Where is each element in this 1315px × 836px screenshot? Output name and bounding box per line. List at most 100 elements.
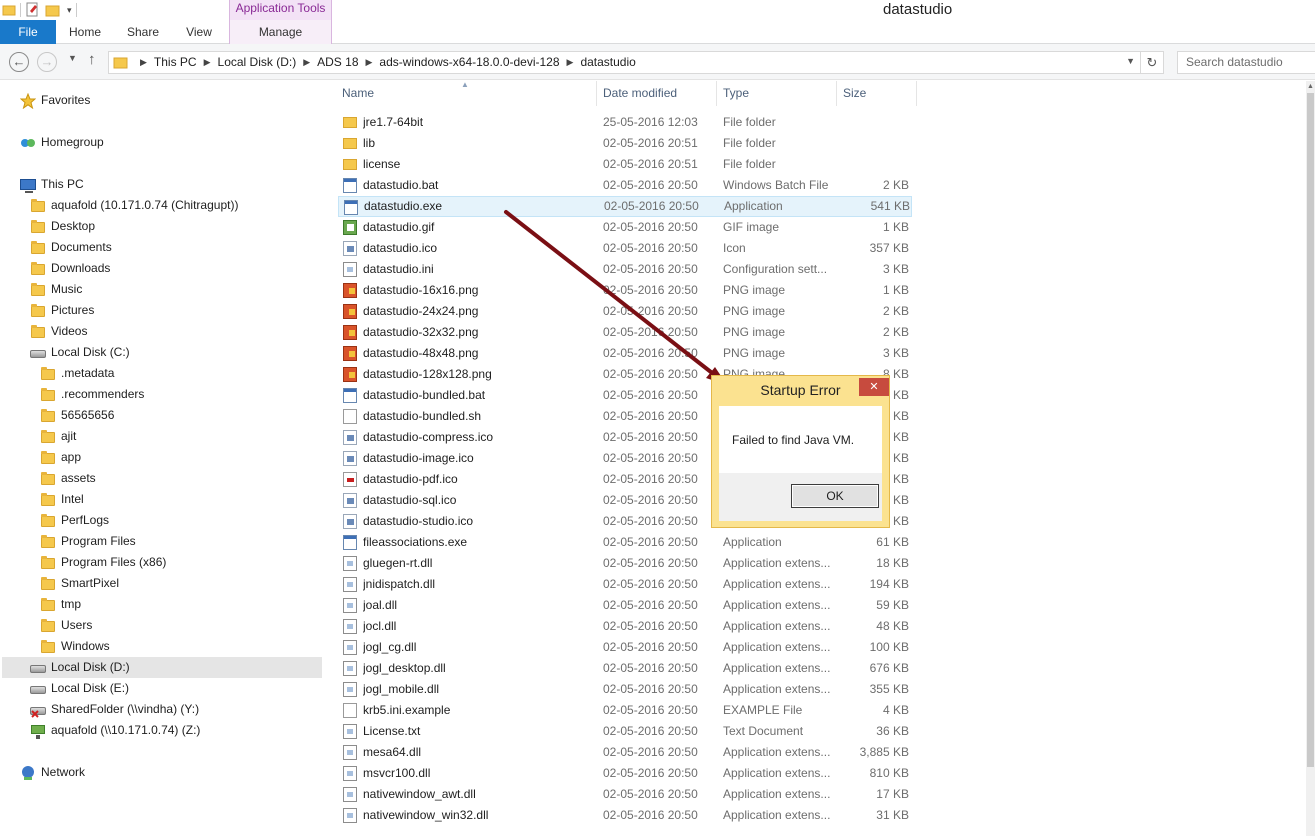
nav-folder[interactable]: SmartPixel xyxy=(40,573,119,594)
file-row[interactable]: krb5.ini.example 02-05-2016 20:50 EXAMPLE … xyxy=(338,700,912,721)
file-row[interactable]: mesa64.dll 02-05-2016 20:50 Application ex… xyxy=(338,742,912,763)
file-row[interactable]: jogl_cg.dll 02-05-2016 20:50 Application e… xyxy=(338,637,912,658)
nav-downloads[interactable]: Downloads xyxy=(30,258,110,279)
nav-local-disk-e[interactable]: Local Disk (E:) xyxy=(30,678,129,699)
file-row[interactable]: fileassociations.exe 02-05-2016 20:50 Appl… xyxy=(338,532,912,553)
file-row[interactable]: datastudio-48x48.png 02-05-2016 20:50 PNG … xyxy=(338,343,912,364)
dialog-close-button[interactable]: ✕ xyxy=(859,378,889,396)
nav-aquafold-z[interactable]: aquafold (\\10.171.0.74) (Z:) xyxy=(30,720,200,741)
nav-documents[interactable]: Documents xyxy=(30,237,112,258)
png-image-icon xyxy=(343,283,358,298)
back-button[interactable]: ← xyxy=(9,52,29,72)
file-row[interactable]: jogl_mobile.dll 02-05-2016 20:50 Applicati… xyxy=(338,679,912,700)
file-row[interactable]: lib 02-05-2016 20:51 File folder xyxy=(338,133,912,154)
nav-folder[interactable]: tmp xyxy=(40,594,81,615)
nav-network[interactable]: Network xyxy=(20,762,85,783)
refresh-button[interactable]: ↻ xyxy=(1140,52,1163,73)
nav-homegroup[interactable]: Homegroup xyxy=(20,132,104,153)
nav-pictures[interactable]: Pictures xyxy=(30,300,94,321)
vertical-scrollbar[interactable]: ▲ xyxy=(1306,81,1315,836)
column-header-name[interactable]: Name xyxy=(337,81,595,106)
file-row[interactable]: license 02-05-2016 20:51 File folder xyxy=(338,154,912,175)
scrollbar-thumb[interactable] xyxy=(1307,93,1314,767)
nav-folder[interactable]: 56565656 xyxy=(40,405,114,426)
nav-local-disk-d[interactable]: Local Disk (D:) xyxy=(2,657,322,678)
breadcrumb-local-disk-d[interactable]: Local Disk (D:) xyxy=(218,52,297,73)
nav-network-location[interactable]: aquafold (10.171.0.74 (Chitragupt)) xyxy=(30,195,238,216)
folder-icon[interactable] xyxy=(2,3,16,17)
file-row[interactable]: datastudio-32x32.png 02-05-2016 20:50 PNG … xyxy=(338,322,912,343)
nav-folder[interactable]: Windows xyxy=(40,636,110,657)
scroll-up-icon[interactable]: ▲ xyxy=(1306,83,1315,90)
breadcrumb-ads-18[interactable]: ADS 18 xyxy=(317,52,358,73)
breadcrumb-ads-windows[interactable]: ads-windows-x64-18.0.0-devi-128 xyxy=(379,52,559,73)
column-header-date[interactable]: Date modified xyxy=(598,81,716,106)
nav-folder[interactable]: app xyxy=(40,447,81,468)
file-row[interactable]: gluegen-rt.dll 02-05-2016 20:50 Applicatio… xyxy=(338,553,912,574)
nav-videos[interactable]: Videos xyxy=(30,321,87,342)
file-row[interactable]: datastudio.ini 02-05-2016 20:50 Configurat… xyxy=(338,259,912,280)
nav-folder[interactable]: Intel xyxy=(40,489,84,510)
address-dropdown-icon[interactable]: ▼ xyxy=(1126,56,1135,66)
file-row[interactable]: jogl_desktop.dll 02-05-2016 20:50 Applicat… xyxy=(338,658,912,679)
customize-toolbar-icon[interactable]: ▾ xyxy=(67,5,72,16)
nav-shared-folder-y[interactable]: SharedFolder (\\vindha) (Y:) xyxy=(30,699,199,720)
file-row[interactable]: joal.dll 02-05-2016 20:50 Application exte… xyxy=(338,595,912,616)
file-row[interactable]: datastudio.exe 02-05-2016 20:50 Applicatio… xyxy=(338,196,912,217)
new-folder-icon[interactable] xyxy=(45,2,61,18)
up-one-level-button[interactable]: ↑ xyxy=(88,51,96,68)
png-image-icon xyxy=(343,346,358,361)
file-date-modified: 02-05-2016 20:50 xyxy=(603,493,698,507)
nav-this-pc[interactable]: This PC xyxy=(20,174,84,195)
nav-folder[interactable]: .metadata xyxy=(40,363,114,384)
search-input[interactable]: Search datastudio xyxy=(1177,51,1315,74)
tab-view[interactable]: View xyxy=(174,20,224,44)
breadcrumb-arrow-icon[interactable]: ▶ xyxy=(567,52,574,73)
column-divider[interactable] xyxy=(596,81,597,106)
file-row[interactable]: datastudio.bat 02-05-2016 20:50 Windows Ba… xyxy=(338,175,912,196)
file-row[interactable]: datastudio.gif 02-05-2016 20:50 GIF image 1… xyxy=(338,217,912,238)
tab-manage[interactable]: Manage xyxy=(229,20,332,44)
nav-folder[interactable]: .recommenders xyxy=(40,384,144,405)
address-bar[interactable]: ▶ This PC ▶ Local Disk (D:) ▶ ADS 18 ▶ a… xyxy=(108,51,1164,74)
breadcrumb-arrow-icon[interactable]: ▶ xyxy=(204,52,211,73)
ok-button[interactable]: OK xyxy=(791,484,879,508)
column-divider[interactable] xyxy=(716,81,717,106)
file-row[interactable]: datastudio.ico 02-05-2016 20:50 Icon 357 KB xyxy=(338,238,912,259)
nav-favorites[interactable]: Favorites xyxy=(19,90,90,111)
file-row[interactable]: datastudio-24x24.png 02-05-2016 20:50 PNG … xyxy=(338,301,912,322)
forward-button[interactable]: → xyxy=(37,52,57,72)
nav-folder[interactable]: PerfLogs xyxy=(40,510,109,531)
file-row[interactable]: msvcr100.dll 02-05-2016 20:50 Application … xyxy=(338,763,912,784)
tab-file[interactable]: File xyxy=(0,20,56,44)
tab-home[interactable]: Home xyxy=(60,20,110,44)
nav-desktop[interactable]: Desktop xyxy=(30,216,95,237)
file-row[interactable]: nativewindow_awt.dll 02-05-2016 20:50 Appl… xyxy=(338,784,912,805)
file-row[interactable]: jnidispatch.dll 02-05-2016 20:50 Applicati… xyxy=(338,574,912,595)
nav-local-disk-c[interactable]: Local Disk (C:) xyxy=(30,342,130,363)
nav-folder[interactable]: assets xyxy=(40,468,96,489)
column-header-type[interactable]: Type xyxy=(718,81,834,106)
breadcrumb-arrow-icon[interactable]: ▶ xyxy=(140,52,147,73)
column-divider[interactable] xyxy=(916,81,917,106)
text-document-icon xyxy=(343,724,358,739)
properties-icon[interactable] xyxy=(25,2,41,18)
column-header-size[interactable]: Size xyxy=(838,81,916,106)
breadcrumb-arrow-icon[interactable]: ▶ xyxy=(366,52,373,73)
recent-locations-dropdown[interactable]: ▼ xyxy=(68,53,77,63)
nav-music[interactable]: Music xyxy=(30,279,82,300)
nav-folder[interactable]: Users xyxy=(40,615,92,636)
file-row[interactable]: nativewindow_win32.dll 02-05-2016 20:50 Ap… xyxy=(338,805,912,826)
nav-folder[interactable]: ajit xyxy=(40,426,76,447)
tab-share[interactable]: Share xyxy=(118,20,168,44)
file-row[interactable]: jre1.7-64bit 25-05-2016 12:03 File folder xyxy=(338,112,912,133)
breadcrumb-this-pc[interactable]: This PC xyxy=(154,52,197,73)
breadcrumb-datastudio[interactable]: datastudio xyxy=(580,52,635,73)
nav-folder[interactable]: Program Files xyxy=(40,531,136,552)
nav-folder[interactable]: Program Files (x86) xyxy=(40,552,166,573)
file-row[interactable]: jocl.dll 02-05-2016 20:50 Application exte… xyxy=(338,616,912,637)
file-row[interactable]: datastudio-16x16.png 02-05-2016 20:50 PNG … xyxy=(338,280,912,301)
breadcrumb-arrow-icon[interactable]: ▶ xyxy=(303,52,310,73)
file-row[interactable]: License.txt 02-05-2016 20:50 Text Document… xyxy=(338,721,912,742)
column-divider[interactable] xyxy=(836,81,837,106)
